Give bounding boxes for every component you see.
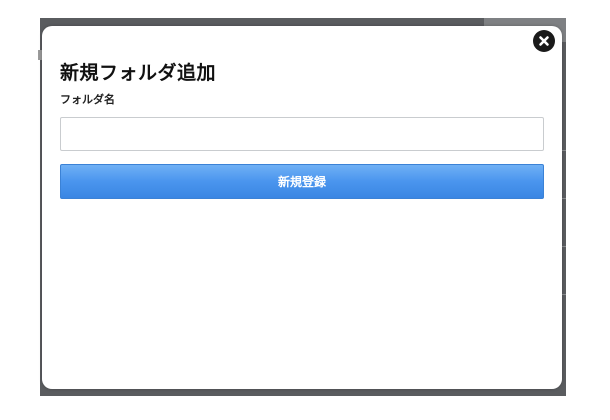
dialog-title: 新規フォルダ追加	[60, 62, 217, 84]
folder-name-label: フォルダ名	[60, 93, 115, 106]
close-icon	[539, 36, 549, 46]
folder-name-input[interactable]	[60, 117, 544, 151]
register-button[interactable]: 新規登録	[60, 164, 544, 199]
close-dialog-button[interactable]	[533, 30, 555, 52]
